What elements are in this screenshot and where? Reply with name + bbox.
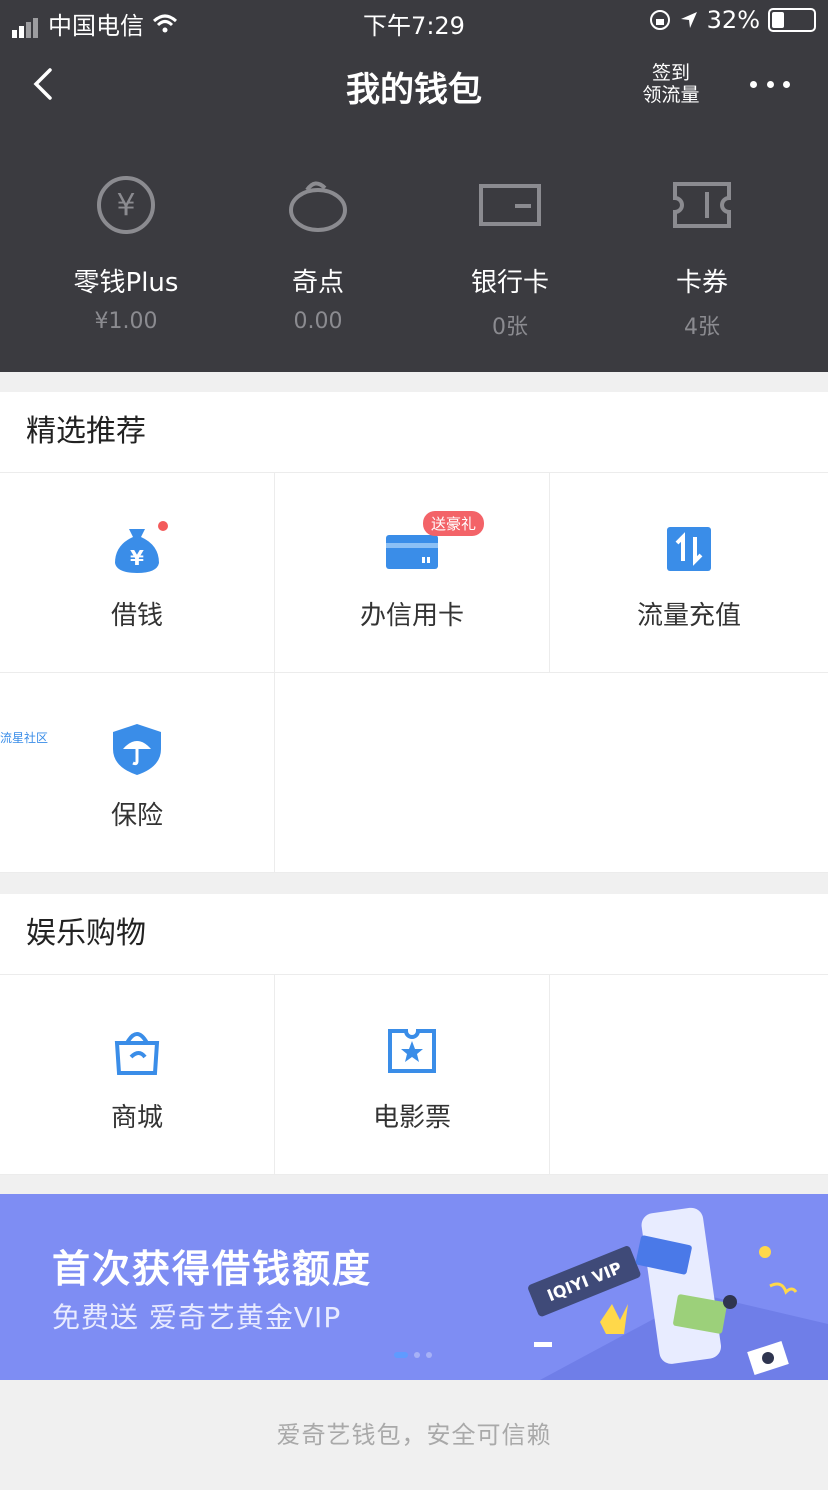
dot-icon [766, 80, 774, 88]
shopping-bag-icon [114, 1032, 160, 1075]
mall-item[interactable]: 商城 [0, 975, 275, 1175]
quick-label: 银行卡 [470, 268, 549, 298]
empty-cell [550, 975, 828, 1175]
nav-bar: 我的钱包 签到 领流量 [0, 44, 828, 124]
gift-badge: 送豪礼 [423, 511, 485, 536]
money-bag-icon: ¥ [115, 529, 159, 573]
battery-percent: 32% [706, 6, 760, 34]
insurance-shield-icon [113, 724, 161, 775]
movie-ticket-icon [388, 1029, 436, 1073]
banner-subline: 免费送 爱奇艺黄金VIP [52, 1301, 342, 1334]
quick-entries: ¥ 零钱Plus ¥1.00 奇点 0.00 银行卡 0张 卡券 4张 [0, 172, 828, 341]
quick-change-plus[interactable]: ¥ 零钱Plus ¥1.00 [30, 172, 222, 341]
wallet-header: 中国电信 下午7:29 32% 我的钱包 签到 领流量 ¥ 零钱Plus ¥1.… [0, 0, 828, 372]
notification-dot [158, 521, 168, 531]
status-bar: 中国电信 下午7:29 32% [0, 0, 828, 40]
watermark-text: 流星社区 [0, 731, 49, 745]
battery-icon [768, 8, 816, 32]
item-label: 借钱 [110, 601, 163, 631]
quick-coupons[interactable]: 卡券 4张 [606, 172, 798, 341]
featured-grid: ¥ 借钱 送豪礼 办信用卡 流量充值 流星社区 保险 [0, 473, 828, 873]
quick-label: 卡券 [675, 268, 728, 298]
footer-slogan: 爱奇艺钱包，安全可信赖 [276, 1421, 552, 1449]
ticket-icon [673, 182, 731, 228]
quick-value: 4张 [684, 315, 720, 340]
movie-ticket-item[interactable]: 电影票 [275, 975, 550, 1175]
dot-icon [783, 80, 790, 88]
item-label: 电影票 [372, 1103, 451, 1133]
borrow-money-item[interactable]: ¥ 借钱 [0, 473, 275, 673]
quick-value: ¥1.00 [94, 309, 158, 334]
yuan-circle-icon: ¥ [97, 176, 155, 234]
item-label: 保险 [110, 801, 163, 831]
credit-card-item[interactable]: 送豪礼 办信用卡 [275, 473, 550, 673]
quick-value: 0张 [492, 315, 528, 340]
svg-text:¥: ¥ [130, 546, 144, 570]
quick-value: 0.00 [293, 309, 343, 334]
quick-label: 奇点 [291, 268, 344, 298]
location-arrow-icon [680, 12, 697, 28]
sign-in-label: 签到 [651, 62, 690, 84]
rotation-lock-icon [649, 10, 670, 30]
svg-text:¥: ¥ [116, 188, 135, 223]
section-title: 娱乐购物 [0, 894, 828, 975]
carousel-indicator[interactable] [394, 1352, 432, 1358]
sign-in-button[interactable]: 签到 领流量 [630, 62, 712, 106]
quick-qidian[interactable]: 奇点 0.00 [222, 172, 414, 341]
featured-section: 精选推荐 ¥ 借钱 送豪礼 办信用卡 流量充值 流星社区 保险 [0, 392, 828, 873]
carousel-dot[interactable] [414, 1352, 420, 1358]
entertainment-section: 娱乐购物 商城 电影票 [0, 894, 828, 1175]
data-topup-item[interactable]: 流量充值 [550, 473, 828, 673]
carousel-dot[interactable] [426, 1352, 432, 1358]
quick-label: 零钱Plus [73, 268, 179, 298]
quick-bank-card[interactable]: 银行卡 0张 [414, 172, 606, 341]
carousel-dot[interactable] [394, 1352, 408, 1358]
qidian-icon [289, 181, 347, 232]
data-topup-icon [667, 527, 711, 571]
bank-card-icon [479, 184, 541, 226]
empty-cell [275, 673, 828, 873]
banner-headline: 首次获得借钱额度 [52, 1247, 373, 1291]
section-title: 精选推荐 [0, 392, 828, 473]
entertainment-grid: 商城 电影票 [0, 975, 828, 1175]
banner-illustration: IQIYI VIP [528, 1207, 828, 1380]
get-data-label: 领流量 [642, 84, 700, 106]
promo-banner[interactable]: 首次获得借钱额度 免费送 爱奇艺黄金VIP IQIYI VIP [0, 1194, 828, 1380]
more-button[interactable] [750, 72, 790, 96]
item-label: 商城 [110, 1103, 163, 1133]
item-label: 流量充值 [636, 601, 741, 631]
item-label: 办信用卡 [359, 601, 464, 631]
dot-icon [750, 80, 757, 88]
insurance-item[interactable]: 流星社区 保险 [0, 673, 275, 873]
